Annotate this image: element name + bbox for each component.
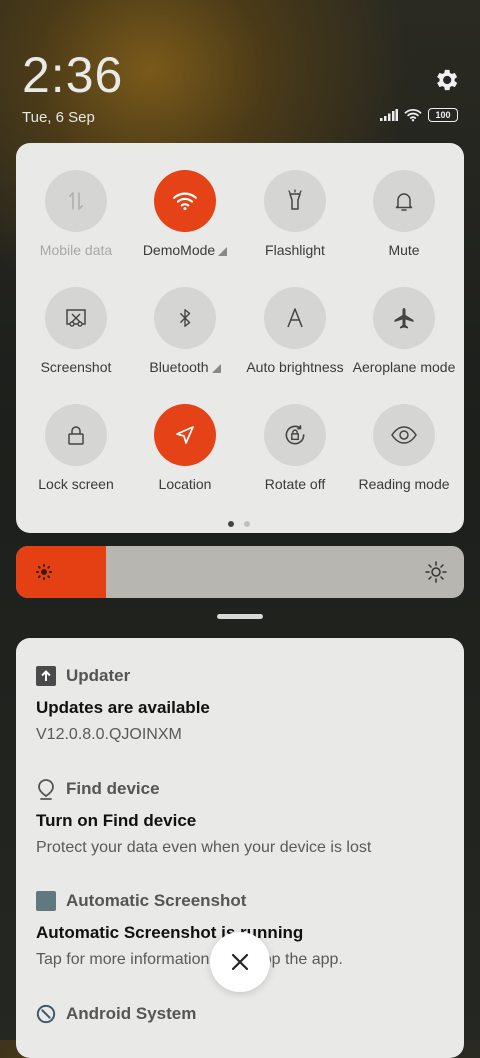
status-icons: 100: [380, 108, 458, 122]
tile-label: Reading mode: [358, 476, 450, 492]
notification-find-device[interactable]: Find device Turn on Find device Protect …: [36, 779, 444, 857]
tile-label: Location: [158, 476, 212, 492]
square-icon: [36, 891, 56, 911]
tile-aeroplane-mode[interactable]: Aeroplane mode: [349, 287, 459, 375]
gear-icon[interactable]: [432, 66, 460, 94]
tile-reading-mode[interactable]: Reading mode: [349, 404, 459, 492]
clear-notifications-button[interactable]: [210, 932, 270, 992]
rotate-lock-icon: [264, 404, 326, 466]
tile-auto-brightness[interactable]: Auto brightness: [240, 287, 350, 375]
quick-settings-panel: Mobile data DemoMode Flashlight Mute Scr…: [16, 143, 464, 533]
brightness-high-icon: [425, 561, 447, 583]
location-pin-icon: [36, 779, 56, 800]
brightness-fill: [16, 546, 106, 598]
drag-handle[interactable]: [217, 614, 263, 619]
expand-arrow-icon[interactable]: [211, 364, 221, 373]
notification-app-name: Updater: [66, 666, 131, 685]
expand-arrow-icon[interactable]: [218, 247, 228, 256]
signal-icon: [380, 109, 398, 121]
tile-mobile-data[interactable]: Mobile data: [21, 170, 131, 258]
notification-body: V12.0.8.0.QJOINXM: [36, 726, 182, 743]
tile-label: Mute: [388, 242, 420, 258]
date: Tue, 6 Sep: [22, 109, 95, 126]
upload-icon: [36, 666, 56, 686]
tile-demomode[interactable]: DemoMode: [130, 170, 240, 258]
letter-a-icon: [264, 287, 326, 349]
tile-label: Screenshot: [40, 359, 112, 375]
notification-title: Turn on Find device: [36, 811, 197, 830]
brightness-slider[interactable]: [16, 546, 464, 598]
page-dot[interactable]: [244, 521, 250, 527]
flashlight-icon: [264, 170, 326, 232]
notification-updater[interactable]: Updater Updates are available V12.0.8.0.…: [36, 666, 444, 744]
clock[interactable]: 2:36: [22, 46, 123, 104]
tile-label: Flashlight: [265, 242, 325, 258]
wifi-icon: [154, 170, 216, 232]
notification-app-name: Android System: [66, 1004, 197, 1023]
tile-flashlight[interactable]: Flashlight: [240, 170, 350, 258]
tile-location[interactable]: Location: [130, 404, 240, 492]
page-indicator: [228, 521, 250, 527]
tile-rotate-off[interactable]: Rotate off: [240, 404, 350, 492]
notification-list: Updater Updates are available V12.0.8.0.…: [16, 638, 464, 1058]
notification-app-name: Find device: [66, 779, 160, 798]
tile-label: DemoMode: [142, 242, 216, 258]
wifi-icon: [404, 108, 422, 122]
bluetooth-icon: [154, 287, 216, 349]
tile-screenshot[interactable]: Screenshot: [21, 287, 131, 375]
tile-bluetooth[interactable]: Bluetooth: [130, 287, 240, 375]
tile-lock-screen[interactable]: Lock screen: [21, 404, 131, 492]
mobile-data-icon: [45, 170, 107, 232]
tile-label: Lock screen: [38, 476, 114, 492]
battery-icon: 100: [428, 108, 458, 122]
notification-app-name: Automatic Screenshot: [66, 891, 247, 910]
notification-body: Protect your data even when your device …: [36, 839, 372, 856]
eye-icon: [373, 404, 435, 466]
location-arrow-icon: [154, 404, 216, 466]
scissors-icon: [45, 287, 107, 349]
android-system-icon: [36, 1004, 56, 1024]
tile-label: Bluetooth: [149, 359, 209, 375]
notification-title: Updates are available: [36, 698, 210, 717]
tile-label: Auto brightness: [246, 359, 344, 375]
tile-label: Rotate off: [264, 476, 326, 492]
bell-icon: [373, 170, 435, 232]
airplane-icon: [373, 287, 435, 349]
notification-android-system[interactable]: Android System: [36, 1004, 444, 1024]
lock-icon: [45, 404, 107, 466]
brightness-low-icon: [36, 564, 52, 580]
tile-label: Aeroplane mode: [352, 359, 456, 375]
tile-mute[interactable]: Mute: [349, 170, 459, 258]
page-dot[interactable]: [228, 521, 234, 527]
close-icon: [231, 953, 249, 971]
tile-label: Mobile data: [39, 242, 113, 258]
